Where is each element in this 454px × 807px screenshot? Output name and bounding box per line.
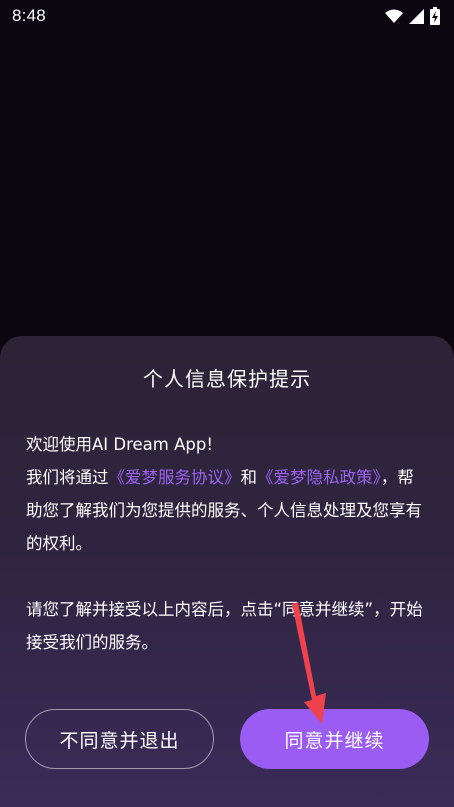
instruction-paragraph: 请您了解并接受以上内容后，点击“同意并继续”，开始接受我们的服务。 — [26, 600, 423, 652]
status-bar: 8:48 — [0, 0, 454, 32]
intro-paragraph: 我们将通过《爱梦服务协议》和《爱梦隐私政策》，帮助您了解我们为您提供的服务、个人… — [26, 461, 428, 560]
status-time: 8:48 — [12, 6, 46, 25]
privacy-dialog: 个人信息保护提示 欢迎使用AI Dream App! 我们将通过《爱梦服务协议》… — [0, 336, 454, 807]
battery-charging-icon — [430, 7, 440, 25]
welcome-text: 欢迎使用AI Dream App! — [26, 435, 213, 454]
dialog-content: 欢迎使用AI Dream App! 我们将通过《爱梦服务协议》和《爱梦隐私政策》… — [26, 428, 428, 659]
intro-prefix: 我们将通过 — [26, 468, 109, 487]
terms-of-service-link[interactable]: 《爱梦服务协议》 — [109, 468, 241, 487]
status-icons — [385, 7, 440, 25]
wifi-icon — [385, 9, 403, 24]
agree-continue-button[interactable]: 同意并继续 — [240, 709, 429, 769]
signal-icon — [409, 8, 424, 24]
dialog-title: 个人信息保护提示 — [143, 367, 311, 391]
intro-conjunction: 和 — [240, 468, 258, 487]
decline-exit-button[interactable]: 不同意并退出 — [25, 709, 214, 769]
privacy-policy-link[interactable]: 《爱梦隐私政策》 — [257, 468, 381, 487]
